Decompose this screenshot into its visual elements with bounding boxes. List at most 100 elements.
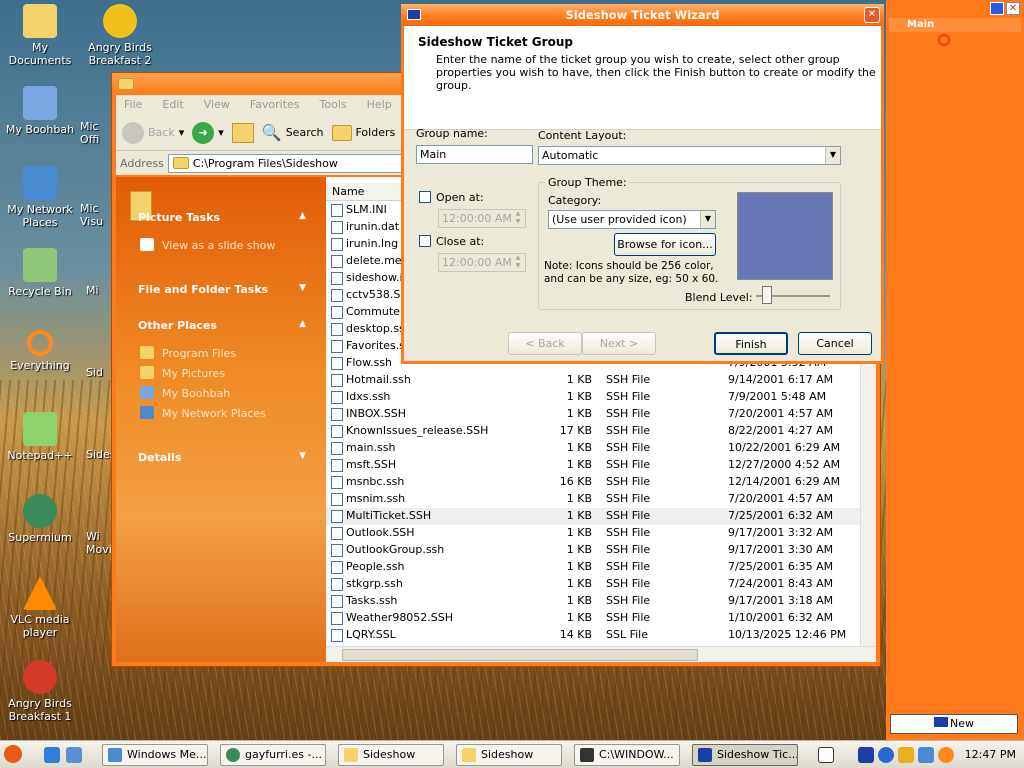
desktop-icon-my-boohbah[interactable]: My Boohbah [0,86,80,136]
slideshow-link[interactable]: View as a slide show [140,238,275,252]
table-row[interactable]: stkgrp.ssh 1 KB SSH File 7/24/2001 8:43 AM [326,576,860,593]
file-name: msnim.ssh [346,492,406,505]
table-row[interactable]: OutlookGroup.ssh 1 KB SSH File 9/17/2001 3:… [326,542,860,559]
wizard-title-bar[interactable]: Sideshow Ticket Wizard ✕ [401,4,884,26]
category-select[interactable]: (Use user provided icon) ▼ [548,210,716,229]
scroll-thumb[interactable] [342,649,698,661]
notepad-icon [23,412,57,446]
minimize-icon[interactable] [990,2,1004,15]
search-tray-icon[interactable] [938,747,954,763]
desktop-icon-angry-birds-2[interactable]: Angry Birds Breakfast 2 [80,4,160,67]
forward-button[interactable]: ➜ ▾ [192,121,224,144]
group-name-input[interactable]: Main [416,145,533,164]
chevron-down-icon[interactable]: ▼ [700,211,715,228]
desktop-icon-my-documents[interactable]: My Documents [0,4,80,67]
desktop-icon-partial[interactable]: Mic Visu [80,202,114,228]
desktop-icon-partial[interactable]: Sid [86,366,114,379]
menu-favorites[interactable]: Favorites [250,98,300,112]
network-tray-icon[interactable] [918,747,934,763]
desktop-icon-everything[interactable]: Everything [0,330,80,372]
desktop-icon-label: Wi Movi [86,530,112,556]
place-my-boohbah[interactable]: My Boohbah [140,386,230,400]
table-row[interactable]: Tasks.ssh 1 KB SSH File 9/17/2001 3:18 AM [326,593,860,610]
menu-file[interactable]: File [124,98,142,112]
file-name: main.ssh [346,441,396,454]
file-type: SSH File [606,526,651,539]
taskbar-task[interactable]: gayfurri.es -... [220,744,326,766]
shield-icon[interactable] [898,747,914,763]
finish-button[interactable]: Finish [714,332,788,355]
file-folder-tasks-header[interactable]: File and Folder Tasks [138,283,268,296]
file-icon [331,544,343,557]
expand-arrow-icon[interactable]: ▼ [299,451,306,461]
place-my-pictures[interactable]: My Pictures [140,366,225,380]
search-button[interactable]: 🔍 Search [262,123,324,142]
sideshow-tab-main[interactable]: Main [889,18,1021,32]
desktop-icon-network[interactable]: My Network Places [0,166,80,229]
desktop-icon-recycle-bin[interactable]: Recycle Bin [0,248,80,298]
sound-icon[interactable] [858,747,874,763]
menu-tools[interactable]: Tools [320,98,347,112]
table-row[interactable]: Weather98052.SSH 1 KB SSH File 1/10/2001 6:… [326,610,860,627]
desktop-icon-supermium[interactable]: Supermium [0,494,80,544]
table-row[interactable]: KnownIssues_release.SSH 17 KB SSH File 8/22… [326,423,860,440]
place-program-files[interactable]: Program Files [140,346,236,360]
table-row[interactable]: People.ssh 1 KB SSH File 7/25/2001 6:35 AM [326,559,860,576]
table-row[interactable]: msnim.ssh 1 KB SSH File 7/20/2001 4:57 AM [326,491,860,508]
table-row[interactable]: Hotmail.ssh 1 KB SSH File 9/14/2001 6:17 AM [326,372,860,389]
other-places-header[interactable]: Other Places [138,319,217,332]
table-row[interactable]: msnbc.ssh 16 KB SSH File 12/14/2001 6:29 AM [326,474,860,491]
name-column-header[interactable]: Name [332,185,364,198]
new-ticket-button[interactable]: New [890,714,1018,734]
table-row[interactable]: main.ssh 1 KB SSH File 10/22/2001 6:29 AM [326,440,860,457]
table-row[interactable]: LQRY.SSL 14 KB SSL File 10/13/2025 12:46 PM [326,627,860,644]
up-folder-button[interactable] [231,122,254,143]
table-row[interactable]: Outlook.SSH 1 KB SSH File 9/17/2001 3:32 AM [326,525,860,542]
ie-icon[interactable] [44,747,60,763]
details-header[interactable]: Details [138,451,181,464]
taskbar-task[interactable]: Sideshow [338,744,444,766]
desktop-icon-vlc[interactable]: VLC media player [0,576,80,639]
desktop-icon[interactable] [66,747,82,763]
close-icon[interactable]: ✕ [864,7,880,23]
open-at-checkbox[interactable] [419,191,431,203]
menu-view[interactable]: View [204,98,230,112]
picture-tasks-header[interactable]: Picture Tasks [138,211,220,224]
folders-button[interactable]: Folders [331,124,395,141]
taskbar-task-active[interactable]: Sideshow Tic... [692,744,798,766]
desktop-icon-partial[interactable]: Wi Movi [86,530,114,556]
expand-arrow-icon[interactable]: ▼ [299,283,306,293]
table-row[interactable]: Idxs.ssh 1 KB SSH File 7/9/2001 5:48 AM [326,389,860,406]
menu-help[interactable]: Help [367,98,392,112]
browse-icon-button[interactable]: Browse for icon... [614,233,716,256]
chevron-down-icon[interactable]: ▼ [825,147,840,164]
browser-icon [23,494,57,528]
collapse-arrow-icon[interactable]: ▲ [299,319,306,329]
desktop-icon-partial[interactable]: Sidesh [86,448,114,461]
table-row[interactable]: INBOX.SSH 1 KB SSH File 7/20/2001 4:57 AM [326,406,860,423]
desktop-icon-notepadpp[interactable]: Notepad++ [0,412,80,462]
cancel-button[interactable]: Cancel [798,332,872,355]
help-icon[interactable] [818,747,834,763]
table-row[interactable]: msft.SSH 1 KB SSH File 12/27/2000 4:52 AM [326,457,860,474]
slider-thumb[interactable] [762,286,772,304]
file-size: 14 KB [559,628,592,641]
place-network[interactable]: My Network Places [140,406,266,420]
desktop-icon-angry-birds-1[interactable]: Angry Birds Breakfast 1 [0,660,80,723]
taskbar-task[interactable]: C:\WINDOW... [574,744,680,766]
taskbar-task[interactable]: Windows Me... [102,744,208,766]
taskbar-task[interactable]: Sideshow [456,744,562,766]
horizontal-scrollbar[interactable] [326,646,876,662]
file-name: MultiTicket.SSH [346,509,432,522]
table-row[interactable]: MultiTicket.SSH 1 KB SSH File 7/25/2001 6:3… [326,508,860,525]
start-button[interactable] [4,745,26,765]
close-at-checkbox[interactable] [419,235,431,247]
content-layout-select[interactable]: Automatic ▼ [538,146,841,165]
close-icon[interactable]: ✕ [1006,2,1020,15]
info-icon[interactable] [878,747,894,763]
collapse-arrow-icon[interactable]: ▲ [299,211,306,221]
back-button[interactable]: Back ▾ [122,121,184,144]
menu-edit[interactable]: Edit [162,98,183,112]
desktop-icon-partial[interactable]: Mi [86,284,114,297]
desktop-icon-partial[interactable]: Mic Offi [80,120,114,146]
